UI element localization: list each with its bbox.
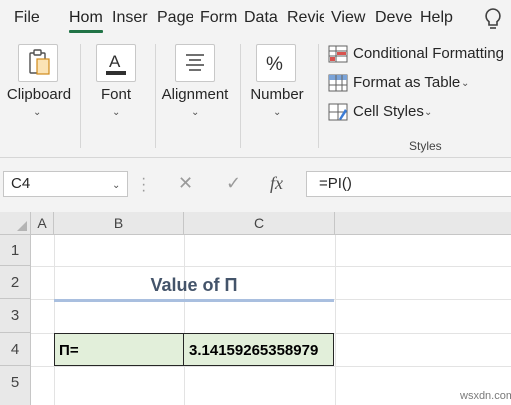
chevron-down-icon[interactable]: ⌄ xyxy=(112,180,120,191)
cell-styles-button[interactable]: Cell Styles ⌄ xyxy=(328,102,440,124)
enter-checkmark-icon[interactable]: ✓ xyxy=(226,173,241,194)
select-all-button[interactable] xyxy=(0,212,31,235)
cell-styles-icon xyxy=(328,103,348,121)
chevron-down-icon: ⌄ xyxy=(273,107,282,118)
tab-developer[interactable]: Deve xyxy=(375,9,413,27)
ribbon-tab-bar: File Hom Inser Page Form Data Revie View… xyxy=(0,0,511,36)
ribbon-separator xyxy=(318,44,319,148)
cell-b4-label[interactable]: Π= xyxy=(54,333,184,366)
gridline xyxy=(184,235,185,405)
format-as-table-icon xyxy=(328,74,348,92)
cell-styles-label: Cell Styles xyxy=(353,103,424,120)
name-box[interactable]: C4 xyxy=(3,171,128,197)
number-group[interactable]: % Number ⌄ xyxy=(241,36,317,154)
conditional-formatting-icon xyxy=(328,45,348,63)
cancel-icon[interactable]: ✕ xyxy=(178,173,193,194)
worksheet-grid[interactable]: A B C 1 2 3 4 5 Value of Π Π= 3.14159265… xyxy=(0,212,511,405)
number-icon-box: % xyxy=(256,44,296,82)
tab-page-layout[interactable]: Page xyxy=(157,9,193,27)
tab-file[interactable]: File xyxy=(14,9,46,27)
row-header-4[interactable]: 4 xyxy=(0,333,31,366)
font-icon-box: A xyxy=(96,44,136,82)
conditional-formatting-button[interactable]: Conditional Formatting xyxy=(328,44,508,66)
ribbon-home: Clipboard ⌄ A Font ⌄ Alignment ⌄ % Numbe… xyxy=(0,36,511,158)
sheet-title-cell[interactable]: Value of Π xyxy=(54,272,334,300)
tab-review[interactable]: Revie xyxy=(287,9,324,27)
font-color-icon: A xyxy=(106,52,126,75)
insert-function-icon[interactable]: fx xyxy=(270,173,283,194)
column-header-a[interactable]: A xyxy=(31,212,54,235)
tab-insert[interactable]: Inser xyxy=(112,9,149,27)
percent-icon: % xyxy=(266,54,283,75)
number-label: Number xyxy=(250,86,304,103)
chevron-down-icon: ⌄ xyxy=(33,107,42,118)
formula-tools: ✕ ✓ fx xyxy=(160,171,300,197)
alignment-label: Alignment xyxy=(161,86,229,103)
font-group[interactable]: A Font ⌄ xyxy=(81,36,153,154)
tab-help[interactable]: Help xyxy=(420,9,458,27)
title-underline xyxy=(54,299,334,302)
more-options-icon[interactable]: · · · xyxy=(141,171,151,199)
chevron-down-icon: ⌄ xyxy=(424,107,433,118)
format-as-table-button[interactable]: Format as Table ⌄ xyxy=(328,73,478,95)
active-tab-indicator xyxy=(69,30,103,33)
cell-c4-value[interactable]: 3.14159265358979 xyxy=(183,333,334,366)
watermark-text: wsxdn.com xyxy=(460,390,511,402)
gridline xyxy=(54,235,55,405)
tab-formulas[interactable]: Form xyxy=(200,9,237,27)
column-header-b[interactable]: B xyxy=(54,212,184,235)
chevron-down-icon: ⌄ xyxy=(191,107,200,118)
gridline xyxy=(31,266,511,267)
row-header-5[interactable]: 5 xyxy=(0,366,31,405)
align-center-icon xyxy=(186,54,204,71)
clipboard-label: Clipboard xyxy=(6,86,72,103)
styles-group-label: Styles xyxy=(409,139,442,153)
alignment-icon-box xyxy=(175,44,215,82)
formula-input[interactable]: =PI() xyxy=(306,171,511,197)
column-header-blank xyxy=(335,212,511,235)
conditional-formatting-label: Conditional Formatting xyxy=(353,45,504,62)
clipboard-icon xyxy=(29,49,50,75)
svg-text:%: % xyxy=(266,54,283,75)
row-header-3[interactable]: 3 xyxy=(0,299,31,333)
clipboard-group[interactable]: Clipboard ⌄ xyxy=(0,36,80,154)
tab-home[interactable]: Hom xyxy=(69,9,103,27)
tab-view[interactable]: View xyxy=(331,9,369,27)
column-header-c[interactable]: C xyxy=(184,212,335,235)
gridline xyxy=(31,366,511,367)
lightbulb-icon[interactable] xyxy=(481,6,505,32)
font-label: Font xyxy=(100,86,131,103)
tab-data[interactable]: Data xyxy=(244,9,282,27)
row-header-1[interactable]: 1 xyxy=(0,235,31,266)
chevron-down-icon: ⌄ xyxy=(112,107,121,118)
row-header-2[interactable]: 2 xyxy=(0,266,31,299)
clipboard-icon-box xyxy=(18,44,58,82)
chevron-down-icon: ⌄ xyxy=(461,78,470,89)
svg-text:A: A xyxy=(109,52,121,71)
gridline xyxy=(335,235,336,405)
format-as-table-label: Format as Table xyxy=(353,74,461,91)
alignment-group[interactable]: Alignment ⌄ xyxy=(156,36,236,154)
